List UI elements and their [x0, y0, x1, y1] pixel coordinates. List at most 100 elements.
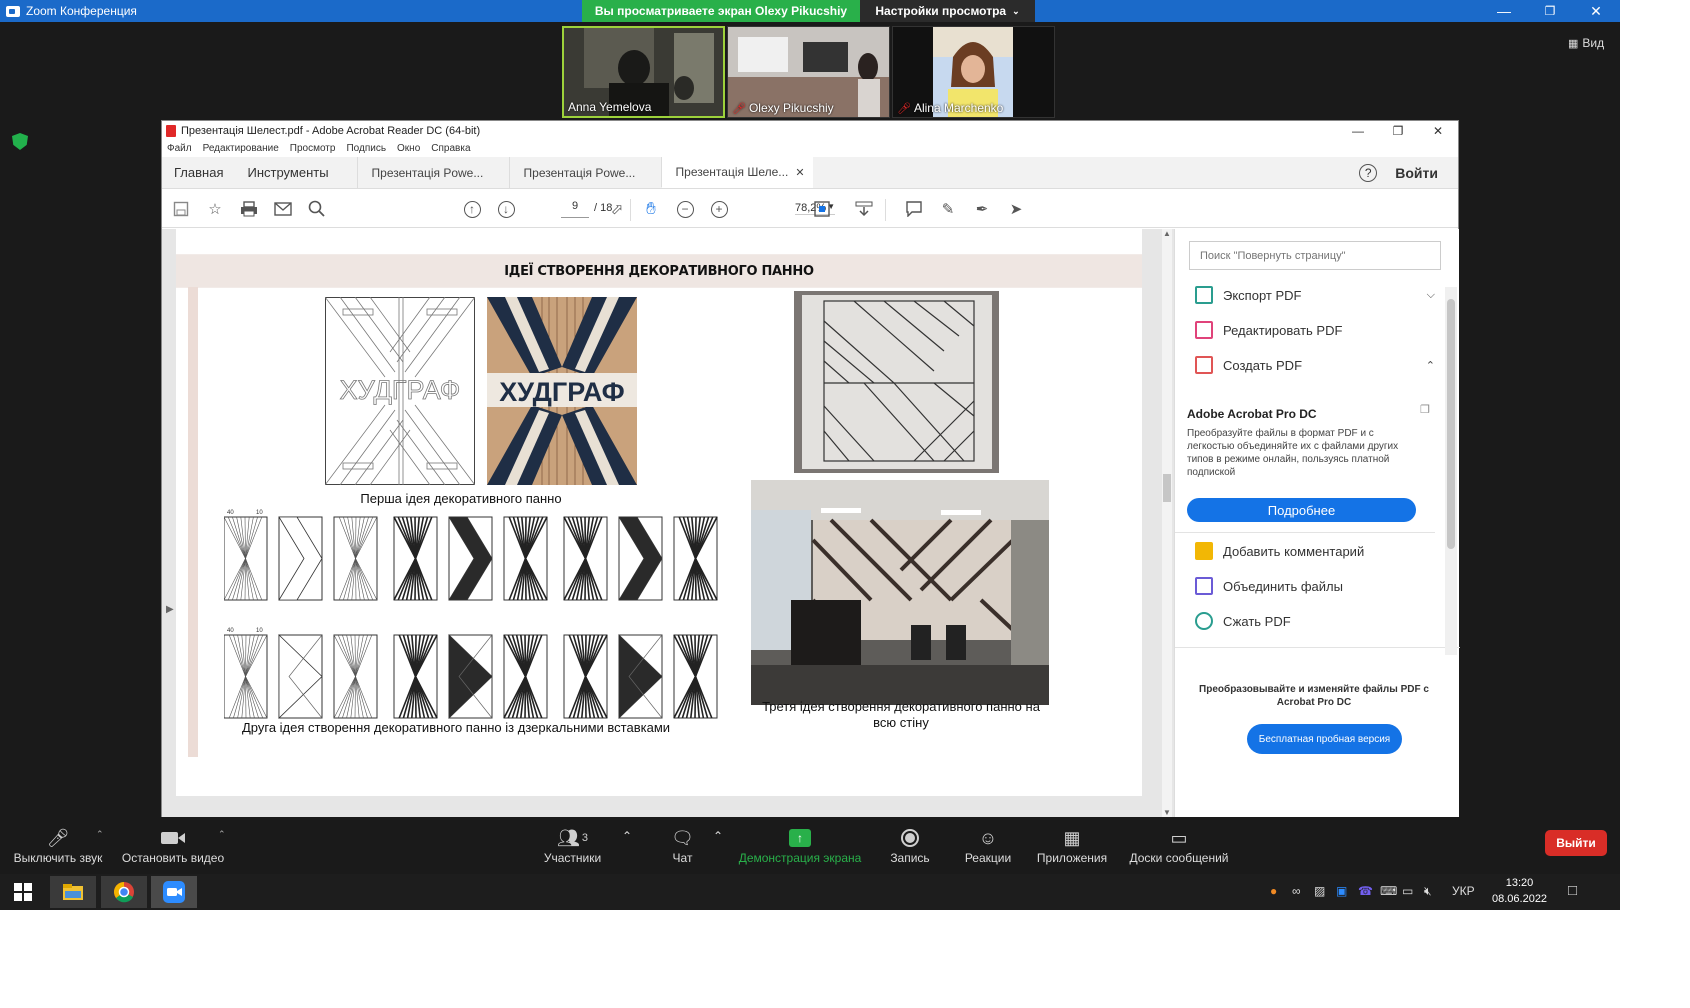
tab-document-2[interactable]: Презентація Powe... [508, 157, 661, 188]
comment-icon[interactable] [904, 199, 924, 219]
close-button[interactable]: ✕ [1573, 0, 1619, 22]
share-screen-button[interactable]: ↑ Демонстрация экрана [735, 825, 865, 865]
menu-file[interactable]: Файл [167, 143, 192, 154]
chevron-up-icon[interactable]: ⌃ [96, 829, 104, 840]
tray-app-icon[interactable]: ● [1270, 884, 1277, 898]
zoom-taskbar-icon[interactable] [151, 876, 197, 908]
prev-page-icon[interactable]: ↑ [462, 199, 482, 219]
tool-create-pdf[interactable]: Создать PDF ⌃ [1195, 354, 1435, 376]
participant-tile-alina[interactable]: 🎤︎ Alina Marchenko [892, 26, 1055, 118]
scroll-down-icon[interactable]: ▼ [1163, 808, 1171, 817]
chat-bubble-icon: 🗨︎ [671, 827, 694, 848]
participants-button[interactable]: 👥︎ 3 Участники [535, 825, 610, 866]
windows-start-icon[interactable] [0, 876, 46, 908]
leave-meeting-button[interactable]: Выйти [1545, 830, 1607, 856]
chrome-icon[interactable] [101, 876, 147, 908]
acrobat-close-button[interactable]: ✕ [1418, 121, 1458, 140]
left-pane-toggle-icon[interactable]: ▶ [166, 604, 174, 615]
tool-add-comment[interactable]: Добавить комментарий [1195, 540, 1435, 562]
caption-third-idea: Третя ідея створення декоративного панно… [762, 699, 1040, 730]
view-menu[interactable]: ▦ Вид [1568, 36, 1604, 50]
menu-window[interactable]: Окно [397, 143, 420, 154]
document-viewport[interactable]: ІДЕЇ СТВОРЕННЯ ДЕКОРАТИВНОГО ПАННО ХУДГР… [162, 229, 1174, 817]
notifications-icon[interactable]: □ [1568, 882, 1577, 899]
acrobat-icon [166, 124, 176, 137]
tray-volume-muted-icon[interactable]: 🔇︎ [1424, 884, 1432, 899]
acrobat-minimize-button[interactable]: — [1338, 121, 1378, 140]
fit-page-icon[interactable] [812, 199, 832, 219]
view-settings-button[interactable]: Настройки просмотра ⌄ [860, 0, 1035, 22]
chevron-up-icon[interactable]: ⌃ [713, 829, 723, 843]
tray-language[interactable]: УКР [1452, 884, 1475, 898]
comment-icon [1195, 542, 1213, 560]
chevron-up-icon[interactable]: ⌃ [218, 829, 226, 840]
copy-icon[interactable]: ❐ [1420, 403, 1430, 416]
participant-tile-anna[interactable]: Anna Yemelova [562, 26, 725, 118]
scroll-mode-icon[interactable] [854, 199, 874, 219]
scroll-up-icon[interactable]: ▲ [1163, 229, 1171, 238]
chevron-panel [618, 634, 663, 719]
save-icon[interactable] [171, 199, 191, 219]
document-scrollbar[interactable]: ▲ ▼ [1162, 229, 1172, 817]
page-number-input[interactable]: 9 [561, 200, 589, 218]
tray-network-icon[interactable]: ▨ [1314, 884, 1325, 898]
email-icon[interactable] [273, 199, 293, 219]
apps-button[interactable]: ▦ Приложения [1032, 825, 1112, 866]
chevron-down-icon: ⌄ [1012, 5, 1020, 16]
learn-more-button[interactable]: Подробнее [1187, 498, 1416, 522]
taskbar-clock[interactable]: 13:20 08.06.2022 [1492, 875, 1547, 907]
tab-document-1[interactable]: Презентація Powe... [356, 157, 509, 188]
tools-pane: Экспорт PDF ⌵ Редактировать PDF Создать … [1174, 229, 1460, 817]
tool-compress-pdf[interactable]: Сжать PDF [1195, 610, 1435, 632]
close-tab-icon[interactable]: ✕ [795, 166, 804, 179]
free-trial-button[interactable]: Бесплатная пробная версия [1247, 724, 1402, 754]
tool-edit-pdf[interactable]: Редактировать PDF [1195, 319, 1435, 341]
chat-button[interactable]: 🗨︎ Чат [660, 825, 705, 866]
search-icon[interactable] [307, 199, 327, 219]
menu-help[interactable]: Справка [431, 143, 470, 154]
nav-tools[interactable]: Инструменты [235, 157, 356, 188]
tray-link-icon[interactable]: ∞ [1292, 884, 1301, 898]
record-button[interactable]: Запись [880, 825, 940, 865]
signin-button[interactable]: Войти [1395, 165, 1438, 181]
chevron-panel [278, 634, 323, 719]
reactions-button[interactable]: ☺ Реакции [958, 825, 1018, 866]
whiteboards-button[interactable]: ▭ Доски сообщений [1124, 825, 1234, 866]
file-explorer-icon[interactable] [50, 876, 96, 908]
menu-view[interactable]: Просмотр [290, 143, 336, 154]
highlight-pen-icon[interactable]: ✎ [938, 199, 958, 219]
tray-zoom-icon[interactable]: ▣ [1336, 884, 1347, 898]
select-cursor-icon[interactable]: ⬀ [607, 199, 627, 219]
mute-button[interactable]: 🎤︎ Выключить звук ⌃ [8, 825, 108, 866]
participant-tile-olexy[interactable]: 🎤︎ Olexy Pikucshiy [727, 26, 890, 118]
menu-edit[interactable]: Редактирование [203, 143, 279, 154]
zoom-out-icon[interactable]: − [675, 199, 695, 219]
nav-home[interactable]: Главная [162, 157, 235, 188]
hand-tool-icon[interactable]: ✋︎ [641, 199, 661, 219]
minimize-button[interactable]: — [1481, 0, 1527, 22]
zoom-in-icon[interactable]: + [709, 199, 729, 219]
tray-display-icon[interactable]: ▭ [1402, 884, 1413, 898]
sign-icon[interactable]: ✒ [972, 199, 992, 219]
stop-video-button[interactable]: Остановить видео ⌃ [118, 825, 228, 865]
help-icon[interactable]: ? [1359, 163, 1378, 182]
tools-scrollbar[interactable] [1445, 287, 1457, 655]
menu-sign[interactable]: Подпись [346, 143, 386, 154]
tray-keyboard-icon[interactable]: ⌨ [1380, 884, 1397, 898]
tool-combine-files[interactable]: Объединить файлы [1195, 575, 1435, 597]
tray-viber-icon[interactable]: ☎ [1358, 884, 1373, 898]
tools-search-input[interactable] [1189, 241, 1441, 270]
security-shield-icon[interactable] [12, 133, 28, 150]
acrobat-restore-button[interactable]: ❐ [1378, 121, 1418, 140]
tab-document-3[interactable]: Презентація Шеле... ✕ [660, 157, 813, 188]
restore-button[interactable]: ❐ [1527, 0, 1573, 22]
print-icon[interactable] [239, 199, 259, 219]
bookmark-star-icon[interactable]: ☆ [205, 199, 225, 219]
tools-scroll-thumb[interactable] [1447, 299, 1455, 549]
scroll-thumb[interactable] [1163, 474, 1171, 502]
tool-export-pdf[interactable]: Экспорт PDF ⌵ [1195, 284, 1435, 306]
toolbar-divider [885, 199, 886, 221]
next-page-icon[interactable]: ↓ [496, 199, 516, 219]
chevron-up-icon[interactable]: ⌃ [622, 829, 632, 843]
share-icon[interactable]: ➤ [1006, 199, 1026, 219]
